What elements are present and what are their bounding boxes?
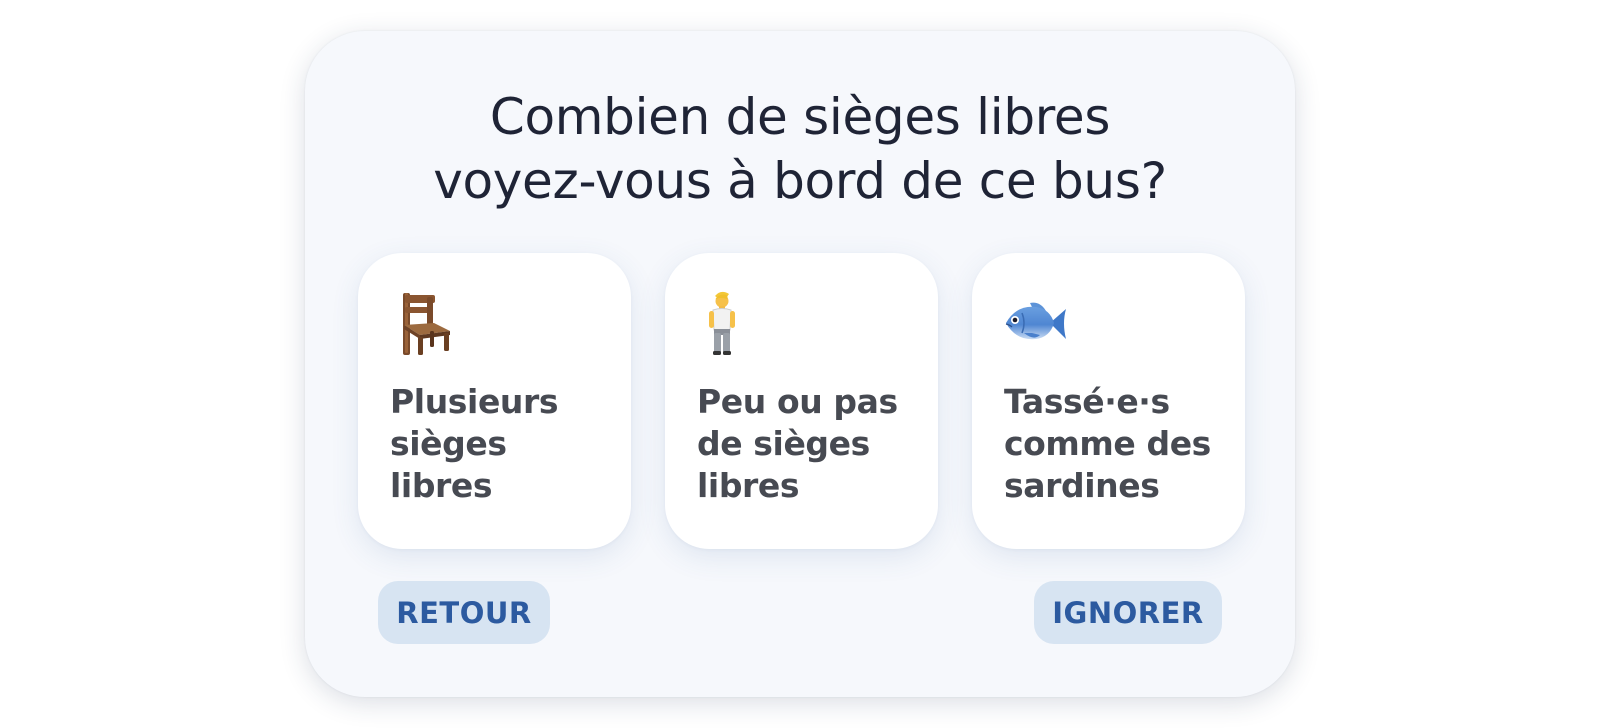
standing-person-icon [709,291,735,355]
option-card-packed[interactable]: Tassé·e·s comme des sardines [972,253,1245,549]
option-label: Peu ou pas de sièges libres [697,382,898,505]
question-title: Combien de sièges libres voyez-vous à bo… [305,85,1295,213]
skip-button[interactable]: IGNORER [1034,581,1222,644]
option-card-few-seats[interactable]: Peu ou pas de sièges libres [665,253,938,549]
back-button[interactable]: RETOUR [378,581,550,644]
question-line-1: Combien de sièges libres [489,88,1111,146]
question-line-2: voyez-vous à bord de ce bus? [433,152,1167,210]
answer-options: Plusieurs sièges libres Peu ou pas de si… [358,253,1250,549]
option-card-many-seats[interactable]: Plusieurs sièges libres [358,253,631,549]
fish-icon [1005,302,1066,340]
option-label: Tassé·e·s comme des sardines [1004,382,1211,505]
option-label: Plusieurs sièges libres [390,382,559,505]
survey-dialog: Combien de sièges libres voyez-vous à bo… [305,31,1295,697]
chair-icon [403,293,450,355]
